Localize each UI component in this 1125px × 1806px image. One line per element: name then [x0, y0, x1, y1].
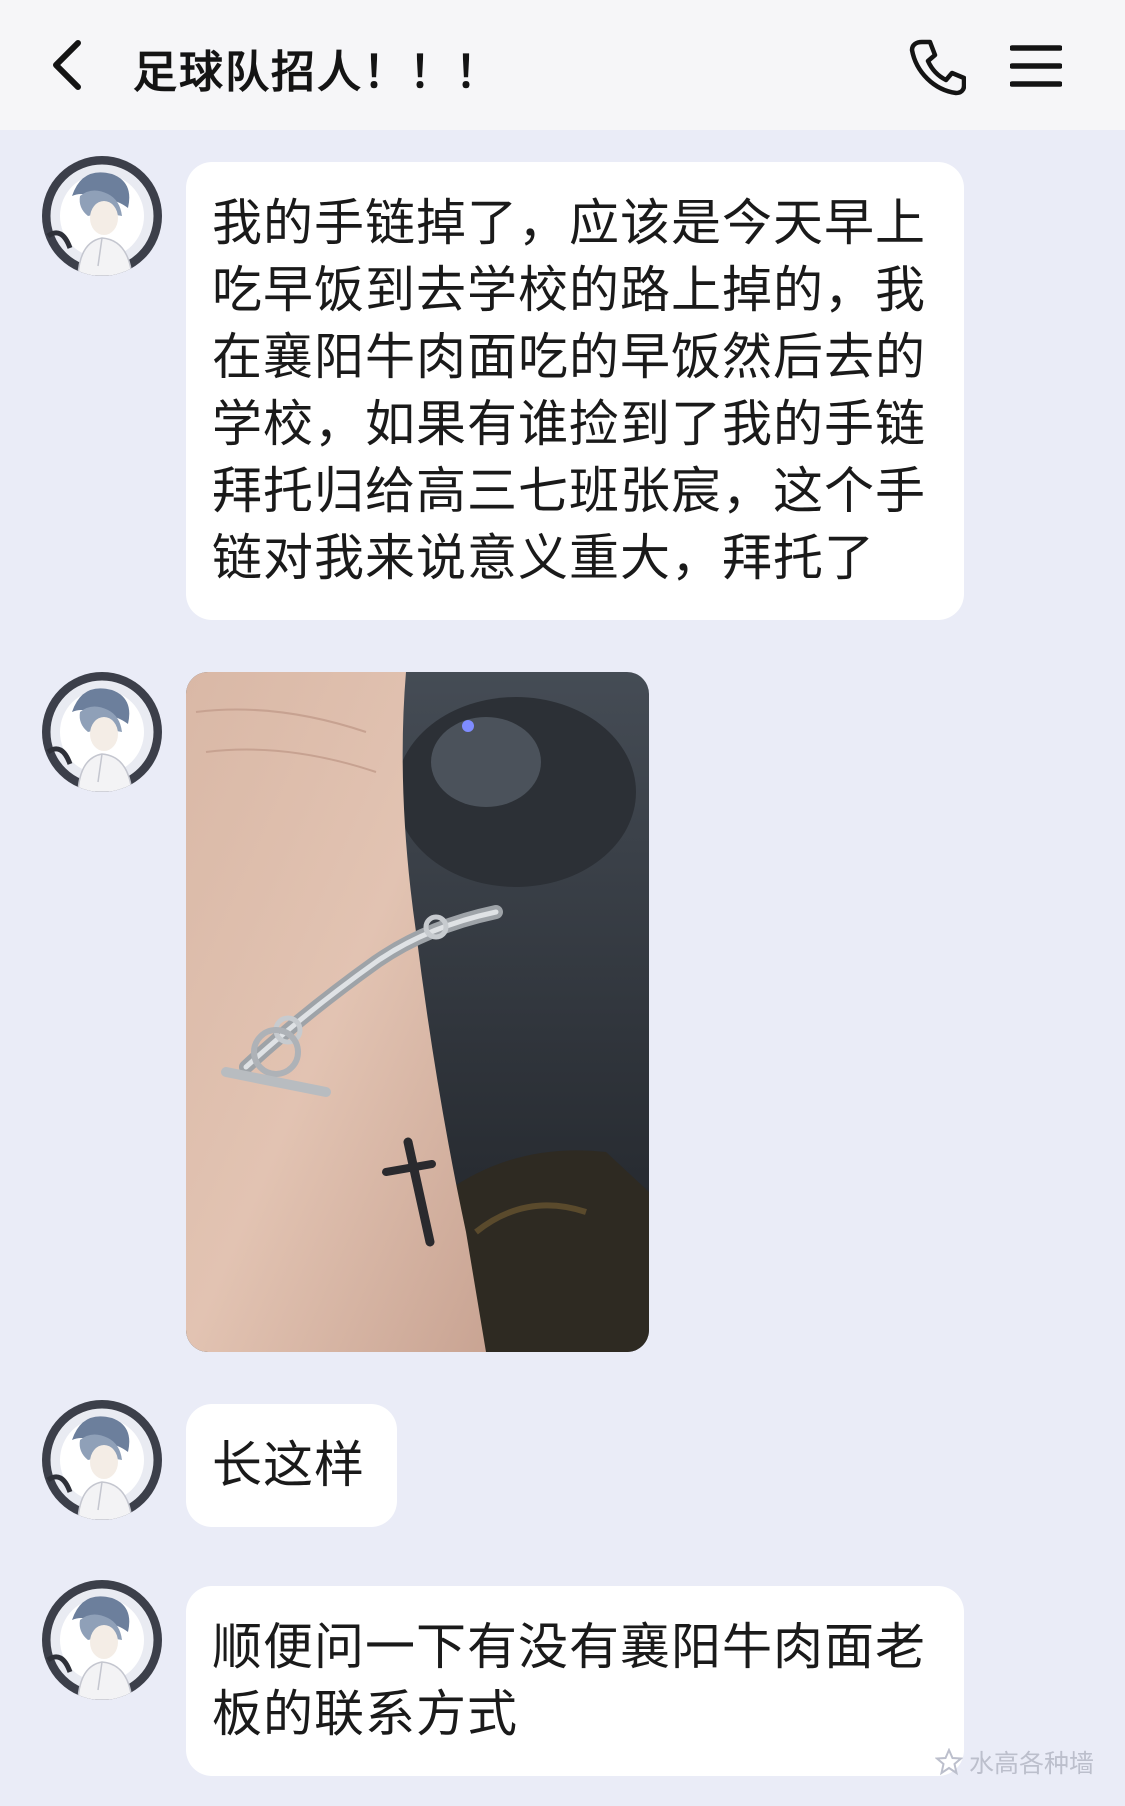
- message-text: 顺便问一下有没有襄阳牛肉面老板的联系方式: [212, 1618, 926, 1743]
- chat-header: 足球队招人！！！: [0, 0, 1125, 130]
- watermark-text: 水高各种墙: [969, 1749, 1095, 1778]
- chevron-left-icon: [53, 40, 81, 90]
- message-photo[interactable]: [186, 672, 649, 1352]
- anime-character-avatar: [42, 1400, 162, 1520]
- anime-character-avatar: [42, 1580, 162, 1700]
- message-text: 我的手链掉了，应该是今天早上吃早饭到去学校的路上掉的，我在襄阳牛肉面吃的早饭然后…: [212, 194, 926, 587]
- message-bubble[interactable]: 顺便问一下有没有襄阳牛肉面老板的联系方式: [186, 1586, 964, 1776]
- message-bubble[interactable]: 长这样: [186, 1404, 397, 1527]
- phone-icon: [909, 39, 966, 96]
- message-bubble[interactable]: 我的手链掉了，应该是今天早上吃早饭到去学校的路上掉的，我在襄阳牛肉面吃的早饭然后…: [186, 162, 964, 620]
- back-button[interactable]: [38, 30, 98, 100]
- sender-avatar[interactable]: [42, 672, 162, 792]
- sender-avatar[interactable]: [42, 1580, 162, 1700]
- call-button[interactable]: [905, 35, 969, 99]
- photo-bracelet-on-wrist: [186, 672, 649, 1352]
- message-text: 长这样: [212, 1436, 365, 1494]
- watermark: 水高各种墙: [935, 1744, 1094, 1780]
- sender-avatar[interactable]: [42, 156, 162, 276]
- chat-title: 足球队招人！！！: [133, 47, 501, 98]
- star-logo-icon: [935, 1748, 963, 1776]
- anime-character-avatar: [42, 672, 162, 792]
- hamburger-menu-icon: [1010, 45, 1062, 87]
- anime-character-avatar: [42, 156, 162, 276]
- sender-avatar[interactable]: [42, 1400, 162, 1520]
- menu-button[interactable]: [1008, 38, 1064, 94]
